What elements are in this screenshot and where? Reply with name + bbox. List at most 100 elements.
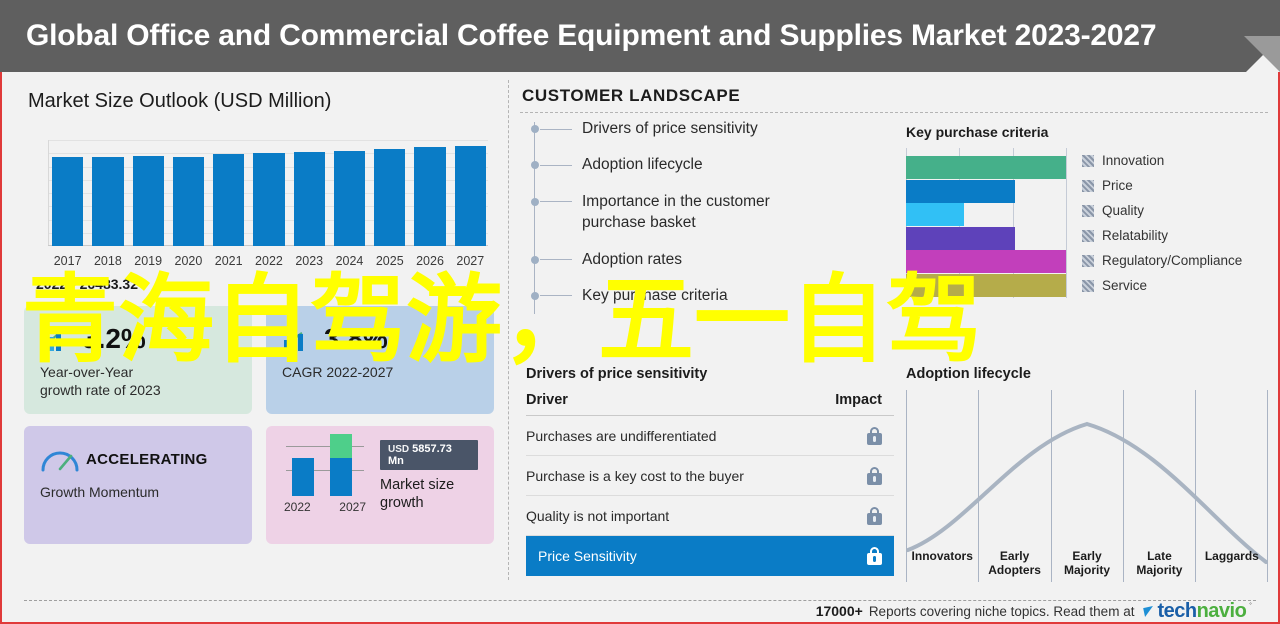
list-item-label: Importance in the customer purchase bask… (582, 192, 770, 232)
market-size-annotation: 2022 - 26483.32 (36, 276, 138, 292)
x-axis-tick: 2018 (93, 254, 122, 268)
legend-swatch-icon (1082, 229, 1094, 242)
bar (374, 148, 406, 246)
legend-swatch-icon (1082, 279, 1094, 292)
table-row[interactable]: Price Sensitivity (526, 536, 894, 576)
bar (454, 146, 486, 246)
x-axis-tick: 2017 (53, 254, 82, 268)
bar-growth-icon (40, 328, 74, 351)
legend-swatch-icon (1082, 154, 1094, 167)
page-header: Global Office and Commercial Coffee Equi… (0, 0, 1280, 72)
driver-label: Quality is not important (526, 507, 670, 524)
kpc-legend-item: Innovation (1082, 148, 1268, 173)
stat-card-cagr: 3.8% CAGR 2022-2027 (266, 306, 494, 414)
x-axis-tick: 2019 (134, 254, 163, 268)
x-axis-tick: 2021 (214, 254, 243, 268)
kpc-legend-item: Service (1082, 273, 1268, 298)
lifecycle-stage: Innovators (911, 549, 973, 564)
x-axis-tick: 2020 (174, 254, 203, 268)
stat-card-market-size-growth: 2022 2027 USD 5857.73 Mn Market size grow… (266, 426, 494, 544)
adoption-lifecycle-chart: Innovators Early Adopters Early Majority Late… (906, 390, 1268, 582)
bullet-dot-icon (530, 255, 539, 264)
market-size-growth-label-1: Market size (380, 477, 455, 493)
x-axis-tick: 2025 (375, 254, 404, 268)
bar (293, 152, 325, 246)
x-axis-tick: 2024 (335, 254, 364, 268)
trademark-symbol: ˚ (1249, 601, 1252, 611)
driver-label: Purchases are undifferentiated (526, 427, 717, 444)
table-row[interactable]: Purchase is a key cost to the buyer (526, 456, 894, 496)
kpc-legend-label: Quality (1102, 203, 1145, 218)
connector-line (540, 259, 572, 260)
list-item[interactable]: Adoption lifecycle (530, 154, 894, 175)
market-size-growth-label-2: growth (380, 495, 424, 512)
bullet-dot-icon (530, 125, 539, 133)
market-size-growth-mini-chart: 2022 2027 (282, 434, 368, 514)
column-header-impact: Impact (835, 392, 882, 408)
x-axis-tick: 2027 (456, 254, 485, 268)
key-purchase-criteria-chart: Key purchase criteria Innovation Price Qua… (906, 124, 1268, 298)
kpc-bar (906, 179, 1015, 203)
speedometer-icon (40, 447, 79, 472)
x-axis-tick: 2023 (295, 254, 324, 268)
driver-label: Purchase is a key cost to the buyer (526, 467, 744, 484)
kpc-bar (906, 156, 1066, 179)
kpc-bar (906, 203, 964, 226)
driver-table: Driver Impact Purchases are undifferenti… (526, 392, 894, 576)
bullet-dot-icon (530, 291, 539, 300)
customer-landscape-title: CUSTOMER LANDSCAPE (522, 86, 741, 105)
list-item-label: Key purchase criteria (582, 286, 728, 304)
bar (253, 153, 285, 246)
list-item-label: Adoption rates (582, 250, 682, 268)
technavio-mark-icon (1143, 605, 1156, 617)
bullet-dot-icon (530, 197, 539, 206)
kpc-legend-label: Regulatory/Compliance (1102, 253, 1243, 268)
lock-icon (867, 466, 882, 485)
kpc-bar (906, 250, 1066, 273)
bar-growth-icon (282, 328, 316, 351)
connector-line (540, 295, 572, 297)
report-count: 17000+ (815, 603, 863, 619)
kpc-legend-label: Innovation (1102, 153, 1165, 168)
badge-unit: USD (388, 444, 410, 455)
list-item-label: Drivers of price sensitivity (582, 120, 758, 137)
bullet-dot-icon (530, 161, 539, 170)
adoption-lifecycle-title: Adoption lifecycle (906, 366, 1031, 382)
bar (333, 150, 366, 246)
page-title: Global Office and Commercial Coffee Equi… (26, 19, 1157, 52)
x-axis-labels: 2017 2018 2019 2020 2021 2022 2023 2024 2025 2026… (52, 254, 486, 268)
lifecycle-stage: Early Majority (1064, 549, 1111, 578)
stat-card-growth-momentum: ACCELERATING Growth Momentum (24, 426, 252, 544)
table-row[interactable]: Purchases are undifferentiated (526, 416, 894, 456)
table-row[interactable]: Quality is not important (526, 496, 894, 536)
table-header: Driver Impact (526, 392, 894, 416)
list-item[interactable]: Adoption rates (530, 249, 894, 270)
bar (213, 154, 245, 246)
growth-year-end: 2027 (339, 500, 366, 514)
list-item[interactable]: Drivers of price sensitivity (530, 118, 894, 139)
brand-text-1: tech (1157, 599, 1197, 622)
kpc-bars (906, 148, 1067, 298)
chart-y-axis (48, 140, 49, 246)
lifecycle-stage: Early Adopters (988, 549, 1041, 578)
bar (92, 156, 124, 246)
column-header-driver: Driver (526, 392, 568, 408)
driver-table-title: Drivers of price sensitivity (526, 366, 708, 382)
kpc-legend-label: Price (1102, 178, 1133, 193)
kpc-bar (906, 273, 1066, 297)
x-axis-tick: 2026 (416, 254, 444, 268)
bar (414, 147, 446, 246)
lock-icon (867, 547, 882, 565)
lifecycle-stage: Laggards (1204, 549, 1259, 564)
kpc-gridline (1066, 148, 1067, 298)
legend-swatch-icon (1082, 254, 1094, 267)
list-item[interactable]: Key purchase criteria (530, 285, 894, 306)
technavio-logo[interactable]: tech navio ˚ (1143, 599, 1252, 623)
legend-swatch-icon (1082, 204, 1094, 217)
list-item[interactable]: Importance in the customer purchase bask… (530, 191, 824, 234)
growth-momentum-value: ACCELERATING (86, 450, 208, 468)
stat-card-yoy-growth: 3.2% Year-over-Year growth rate of 2023 (24, 306, 252, 414)
page-footer: 17000+ Reports covering niche topics. Re… (0, 598, 1280, 624)
market-size-panel: Market Size Outlook (USD Million) 2017 20… (0, 78, 508, 598)
bar (172, 156, 205, 246)
